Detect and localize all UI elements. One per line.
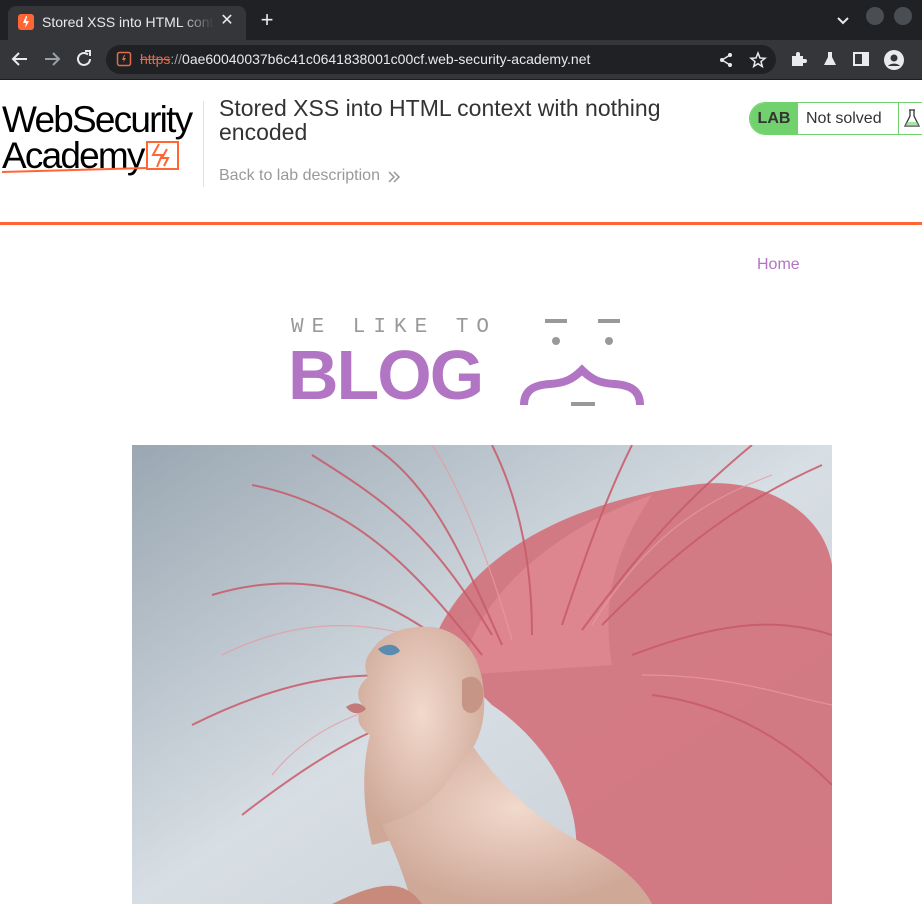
logo-bolt-icon xyxy=(2,141,179,173)
window-close-button[interactable] xyxy=(894,7,912,25)
lab-status-widget: LAB Not solved xyxy=(749,102,922,135)
url-text: https://0ae60040037b6c41c0641838001c00cf… xyxy=(140,51,590,67)
star-icon[interactable] xyxy=(749,50,767,69)
labs-flask-icon[interactable] xyxy=(821,50,839,68)
tab-close-button[interactable]: ✕ xyxy=(218,12,236,30)
active-tab[interactable]: Stored XSS into HTML context with nothin… xyxy=(8,6,246,40)
browser-tab-strip: Stored XSS into HTML context with nothin… xyxy=(0,0,922,40)
flask-icon xyxy=(898,103,922,134)
banner-face-icon xyxy=(520,319,644,406)
forward-arrow-icon[interactable] xyxy=(41,48,63,70)
blog-post-image[interactable] xyxy=(132,445,832,904)
favicon-icon xyxy=(18,14,34,30)
tab-title: Stored XSS into HTML context with nothin… xyxy=(42,14,214,30)
banner-title: BLOG xyxy=(288,336,484,414)
lab-status-text: Not solved xyxy=(806,110,882,127)
reload-icon[interactable] xyxy=(73,48,95,70)
back-to-lab-description-link[interactable]: Back to lab description xyxy=(219,167,380,185)
nav-home-link[interactable]: Home xyxy=(757,256,800,274)
address-bar[interactable]: https://0ae60040037b6c41c0641838001c00cf… xyxy=(106,45,776,74)
profile-icon[interactable] xyxy=(884,50,904,70)
side-panel-icon[interactable] xyxy=(852,50,870,68)
lab-badge: LAB xyxy=(750,103,798,134)
new-tab-button[interactable]: + xyxy=(256,9,278,31)
url-scheme: https xyxy=(140,51,171,67)
academy-lab-header: WebSecurity Academy Stored XSS into HTML… xyxy=(0,80,922,225)
chevron-double-right-icon xyxy=(387,170,401,184)
url-separator: :// xyxy=(170,51,183,67)
post-photo-illustration xyxy=(132,445,832,904)
url-host: 0ae60040037b6c41c0641838001c00cf.web-sec… xyxy=(182,51,591,67)
site-info-icon[interactable] xyxy=(116,51,132,67)
back-arrow-icon[interactable] xyxy=(9,48,31,70)
browser-toolbar: https://0ae60040037b6c41c0641838001c00cf… xyxy=(0,40,922,80)
window-minimize-button[interactable] xyxy=(866,7,884,25)
header-divider xyxy=(203,101,204,187)
web-security-academy-logo[interactable]: WebSecurity Academy xyxy=(2,100,202,180)
extensions-icon[interactable] xyxy=(789,50,807,68)
blog-banner: WE LIKE TO BLOG xyxy=(288,312,644,412)
tab-search-dropdown-icon[interactable] xyxy=(834,11,852,29)
lab-title: Stored XSS into HTML context with nothin… xyxy=(219,95,661,145)
share-icon[interactable] xyxy=(717,51,735,69)
